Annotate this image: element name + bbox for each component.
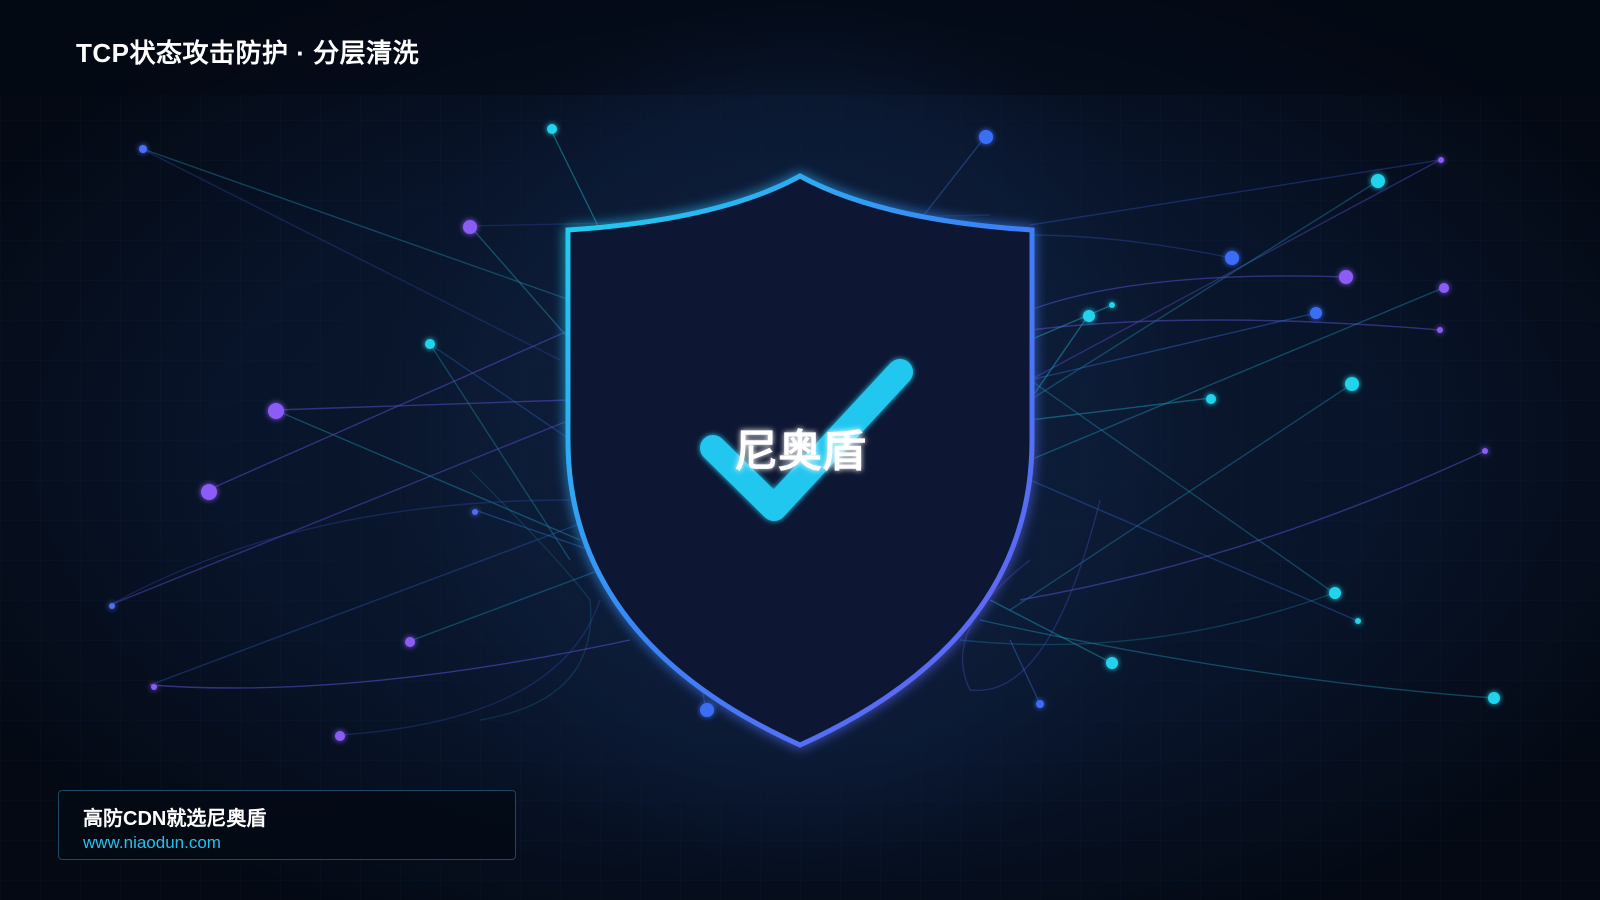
shield-label: 尼奥盾 xyxy=(734,426,866,477)
brand-tagline: 高防CDN就选尼奥盾 xyxy=(83,808,267,830)
brand-card: 高防CDN就选尼奥盾 www.niaodun.com xyxy=(58,790,516,860)
background-scene: 尼奥盾 xyxy=(0,0,1600,900)
page-title: TCP状态攻击防护 · 分层清洗 xyxy=(76,38,420,68)
brand-url-link[interactable]: www.niaodun.com xyxy=(83,833,221,853)
